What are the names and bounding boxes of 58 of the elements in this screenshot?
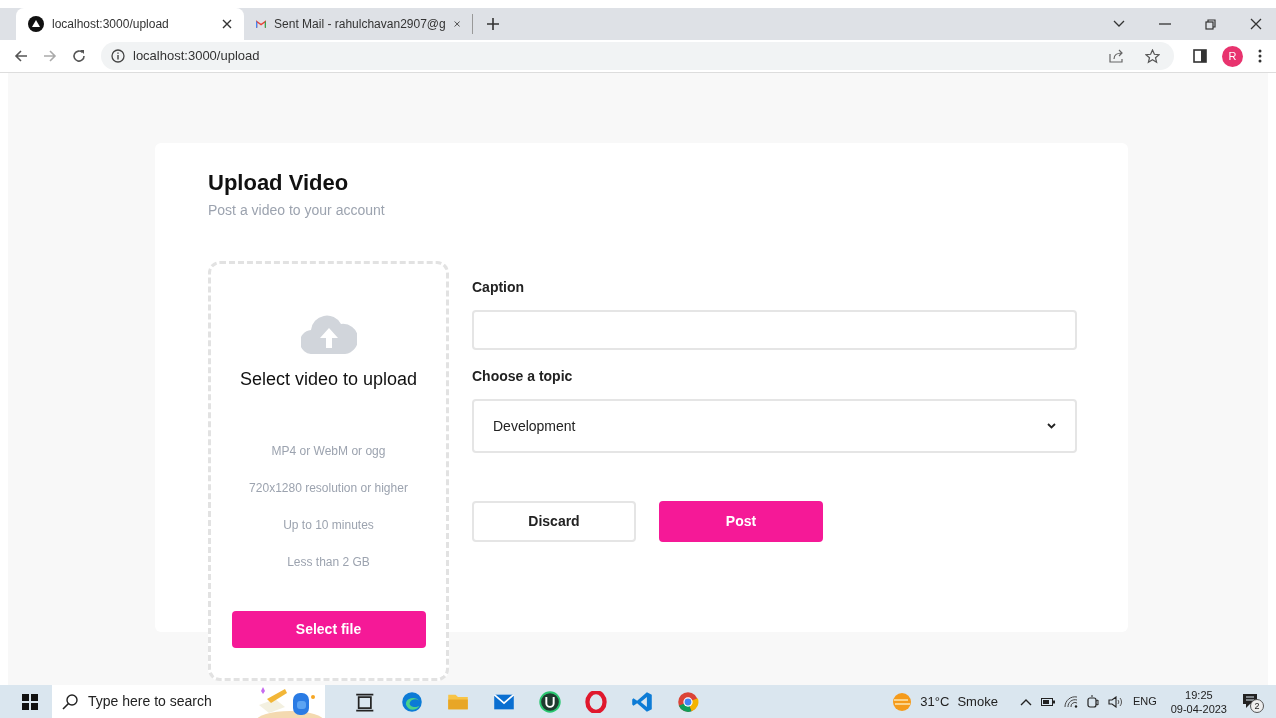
weather-temperature: 31°C (920, 692, 950, 711)
tab-title: Sent Mail - rahulchavan2907@g (274, 16, 446, 33)
post-button[interactable]: Post (659, 501, 823, 542)
mail-icon (256, 18, 267, 30)
browser-swirl-icon[interactable] (401, 690, 423, 713)
url-text: localhost:3000/upload (133, 47, 261, 66)
dropzone-heading: Select video to upload (239, 368, 418, 391)
star-icon[interactable] (1145, 48, 1160, 64)
language-indicator[interactable]: ENG (1132, 693, 1157, 710)
search-icon (62, 693, 78, 710)
chevron-down-icon[interactable] (1113, 20, 1125, 28)
more-menu-icon[interactable] (1258, 49, 1262, 63)
circle-u-icon[interactable] (539, 690, 561, 713)
camera-icon[interactable] (1086, 694, 1099, 709)
select-file-button[interactable]: Select file (231, 611, 426, 648)
browser-tab[interactable]: localhost:3000/upload (16, 8, 244, 40)
windows-start-icon[interactable] (22, 693, 38, 710)
address-bar[interactable]: localhost:3000/upload (101, 42, 1174, 70)
close-icon[interactable] (222, 19, 232, 29)
page-subtitle: Post a video to your account (208, 201, 386, 220)
page-title: Upload Video (208, 169, 350, 197)
restore-icon[interactable] (1205, 18, 1216, 30)
back-arrow-icon[interactable] (14, 49, 28, 63)
chevron-up-icon[interactable] (1019, 697, 1032, 706)
discard-button[interactable]: Discard (472, 501, 636, 542)
cloud-upload-icon (300, 314, 357, 354)
caption-label: Caption (472, 278, 526, 297)
search-placeholder: Type here to search (88, 692, 212, 711)
triangle-logo-icon (28, 16, 44, 32)
topic-value: Development (493, 416, 577, 436)
upload-dropzone[interactable]: Select video to upload MP4 or WebM or ogg 720x1280 resolution or higher Up to 10 minutes Less than 2 GB Select file (208, 261, 449, 681)
close-icon[interactable] (1250, 18, 1262, 30)
requirement-text: 720x1280 resolution or higher (249, 480, 408, 497)
requirement-text: MP4 or WebM or ogg (271, 443, 386, 460)
requirement-text: Up to 10 minutes (283, 517, 374, 534)
caption-input[interactable] (472, 310, 1077, 350)
chevron-down-icon (1047, 423, 1056, 429)
speaker-icon[interactable] (1107, 695, 1124, 708)
topic-select[interactable]: Development (472, 399, 1077, 453)
share-icon[interactable] (1109, 49, 1125, 63)
new-tab-icon[interactable] (486, 17, 500, 31)
battery-icon[interactable] (1040, 697, 1055, 706)
tab-title: localhost:3000/upload (52, 16, 170, 33)
reload-icon[interactable] (72, 49, 86, 63)
ring-icon[interactable] (585, 690, 607, 713)
weather-condition: Smoke (957, 692, 998, 711)
close-icon[interactable] (453, 19, 460, 29)
info-icon[interactable] (111, 49, 125, 63)
chrome-browser-icon[interactable] (677, 690, 699, 713)
side-panel-icon[interactable] (1193, 49, 1207, 63)
taskbar-search-field[interactable]: Type here to search (52, 685, 325, 718)
requirement-text: Less than 2 GB (287, 554, 370, 571)
browser-tab[interactable]: Sent Mail - rahulchavan2907@g (244, 8, 472, 40)
wifi-icon[interactable] (1063, 695, 1078, 708)
code-editor-icon[interactable] (631, 690, 653, 713)
clock[interactable]: 19:25 09-04-2023 (1170, 687, 1227, 716)
profile-avatar[interactable]: R (1222, 45, 1243, 67)
topic-label: Choose a topic (472, 367, 574, 386)
